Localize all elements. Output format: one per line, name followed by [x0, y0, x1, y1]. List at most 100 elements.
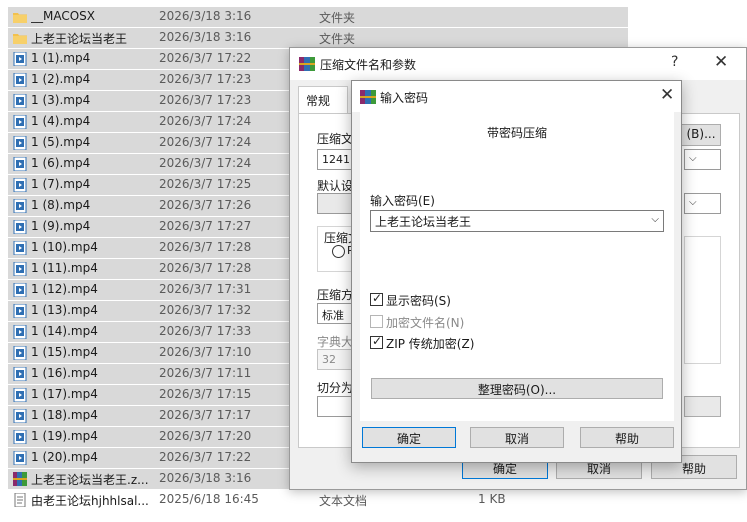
folder-icon: [13, 31, 27, 45]
enter-password-dialog: 输入密码 ✕ 带密码压缩 输入密码(E) 上老王论坛当老王 ⌵ ✓ 显示密码(S…: [351, 80, 682, 463]
mp4-icon: [13, 282, 27, 298]
file-name: 1 (15).mp4: [31, 345, 98, 359]
compression-method-label: 压缩方: [317, 288, 354, 302]
chevron-down-icon: ⌵: [689, 153, 697, 164]
mp4-icon: [13, 114, 27, 130]
mp4-icon: [13, 429, 27, 445]
file-row[interactable]: 上老王论坛当老王 2026/3/18 3:16 文件夹: [8, 28, 628, 48]
help-icon[interactable]: ?: [671, 54, 678, 70]
file-date: 2026/3/7 17:17: [159, 408, 252, 422]
mp4-icon: [13, 450, 27, 466]
split-volumes-label: 切分为: [317, 381, 354, 395]
file-date: 2026/3/18 3:16: [159, 30, 252, 44]
file-name: 1 (13).mp4: [31, 303, 98, 317]
file-date: 2026/3/7 17:24: [159, 135, 252, 149]
file-name: 1 (16).mp4: [31, 366, 98, 380]
mp4-icon: [13, 135, 27, 151]
file-name: 1 (20).mp4: [31, 450, 98, 464]
file-name: 1 (2).mp4: [31, 72, 91, 86]
file-name: 1 (19).mp4: [31, 429, 98, 443]
mp4-icon: [13, 51, 27, 67]
file-name: 1 (5).mp4: [31, 135, 91, 149]
encrypt-filenames-label: 加密文件名(N): [386, 316, 465, 330]
tab-general[interactable]: 常规: [298, 86, 348, 114]
mp4-icon: [13, 240, 27, 256]
password-panel: 带密码压缩 输入密码(E) 上老王论坛当老王 ⌵ ✓ 显示密码(S) 加密文件名…: [360, 112, 674, 421]
close-icon[interactable]: ✕: [714, 52, 728, 72]
file-size: 1 KB: [478, 492, 506, 506]
file-name: 1 (7).mp4: [31, 177, 91, 191]
file-name: 由老王论坛hjhhlsal...: [31, 494, 149, 508]
show-password-checkbox[interactable]: ✓: [370, 291, 383, 306]
file-type: 文件夹: [319, 32, 356, 46]
file-type: 文本文档: [319, 494, 368, 508]
file-name: 1 (17).mp4: [31, 387, 98, 401]
mp4-icon: [13, 366, 27, 382]
file-date: 2026/3/7 17:33: [159, 324, 252, 338]
file-name: 上老王论坛当老王: [31, 32, 128, 46]
file-date: 2026/3/7 17:24: [159, 114, 252, 128]
chevron-down-icon[interactable]: ⌵: [651, 214, 659, 225]
mp4-icon: [13, 261, 27, 277]
file-name: 1 (1).mp4: [31, 51, 91, 65]
browse-button[interactable]: (B)...: [681, 124, 721, 146]
show-password-label: 显示密码(S): [386, 294, 451, 308]
mp4-icon: [13, 345, 27, 361]
archive-options-group: [684, 236, 721, 364]
file-date: 2026/3/7 17:28: [159, 261, 252, 275]
file-name: 1 (14).mp4: [31, 324, 98, 338]
dialog-title: 压缩文件名和参数: [320, 58, 417, 72]
file-name: __MACOSX: [31, 9, 96, 23]
check-icon: ✓: [372, 291, 383, 305]
file-name: 1 (11).mp4: [31, 261, 98, 275]
file-date: 2026/3/7 17:24: [159, 156, 252, 170]
zip-legacy-encryption-checkbox[interactable]: ✓: [370, 334, 383, 349]
close-icon[interactable]: ✕: [660, 85, 674, 105]
update-mode-dropdown[interactable]: ⌵: [684, 193, 721, 214]
file-date: 2026/3/7 17:20: [159, 429, 252, 443]
file-row[interactable]: 由老王论坛hjhhlsal... 2025/6/18 16:45 文本文档 1 KB: [8, 490, 628, 510]
file-date: 2026/3/18 3:16: [159, 9, 252, 23]
file-name: 1 (9).mp4: [31, 219, 91, 233]
file-name: 1 (18).mp4: [31, 408, 98, 422]
file-date: 2026/3/7 17:31: [159, 282, 252, 296]
set-password-button[interactable]: [684, 396, 721, 417]
file-name: 1 (3).mp4: [31, 93, 91, 107]
file-date: 2026/3/18 3:16: [159, 471, 252, 485]
format-radio[interactable]: [332, 245, 345, 258]
password-ok-button[interactable]: 确定: [362, 427, 456, 448]
encrypt-filenames-checkbox[interactable]: [370, 315, 383, 328]
file-type: 文件夹: [319, 11, 356, 25]
mp4-icon: [13, 177, 27, 193]
winrar-app-icon: [299, 57, 315, 71]
file-name: 1 (6).mp4: [31, 156, 91, 170]
rar-icon: [13, 472, 27, 486]
password-cancel-button[interactable]: 取消: [470, 427, 564, 448]
file-date: 2026/3/7 17:15: [159, 387, 252, 401]
chevron-down-icon: ⌵: [689, 197, 697, 208]
password-help-button[interactable]: 帮助: [580, 427, 674, 448]
zip-legacy-encryption-label: ZIP 传统加密(Z): [386, 337, 475, 351]
default-profile-label: 默认设: [317, 179, 354, 193]
winrar-app-icon: [360, 90, 376, 104]
archive-name-label: 压缩文: [317, 132, 354, 146]
dialog-titlebar: 输入密码 ✕: [352, 81, 681, 112]
file-date: 2026/3/7 17:25: [159, 177, 252, 191]
file-row[interactable]: __MACOSX 2026/3/18 3:16 文件夹: [8, 7, 628, 27]
mp4-icon: [13, 408, 27, 424]
file-date: 2026/3/7 17:22: [159, 450, 252, 464]
file-name: 上老王论坛当老王.z...: [31, 473, 149, 487]
file-date: 2025/6/18 16:45: [159, 492, 259, 506]
file-name: 1 (12).mp4: [31, 282, 98, 296]
mp4-icon: [13, 156, 27, 172]
password-input[interactable]: 上老王论坛当老王 ⌵: [370, 210, 664, 232]
file-date: 2026/3/7 17:23: [159, 93, 252, 107]
mp4-icon: [13, 93, 27, 109]
archive-name-dropdown[interactable]: ⌵: [684, 149, 721, 170]
file-date: 2026/3/7 17:10: [159, 345, 252, 359]
file-date: 2026/3/7 17:32: [159, 303, 252, 317]
check-icon: ✓: [372, 334, 383, 348]
organize-passwords-button[interactable]: 整理密码(O)...: [371, 378, 663, 399]
mp4-icon: [13, 387, 27, 403]
tab-general-label: 常规: [306, 94, 331, 108]
